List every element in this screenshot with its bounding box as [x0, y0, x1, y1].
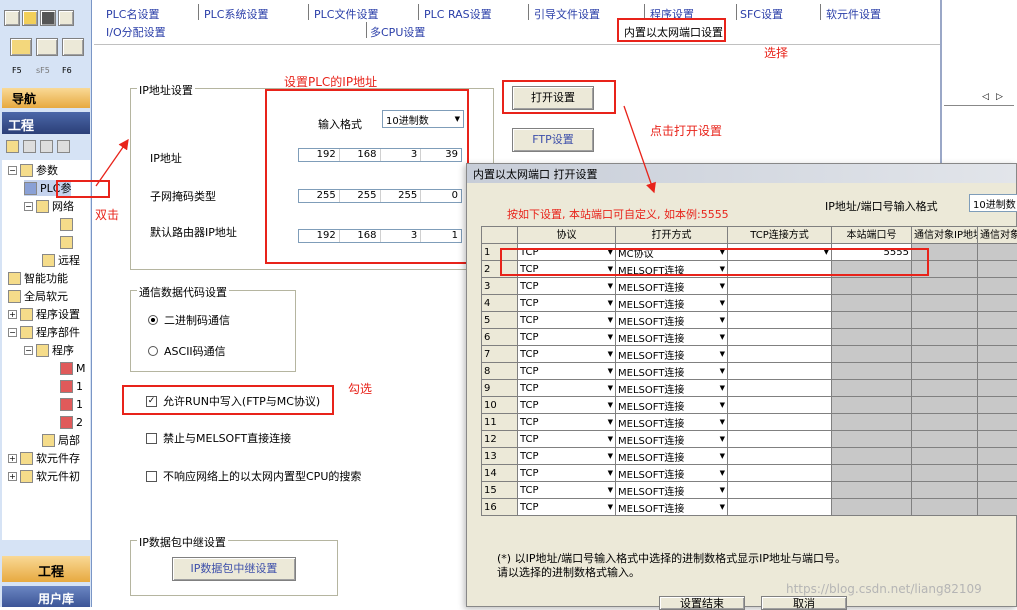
annotation-arrows: [0, 0, 1017, 607]
arrow-double-click: [96, 140, 128, 186]
watermark: https://blog.csdn.net/liang82109: [786, 582, 982, 596]
arrow-open-setting: [624, 106, 654, 192]
